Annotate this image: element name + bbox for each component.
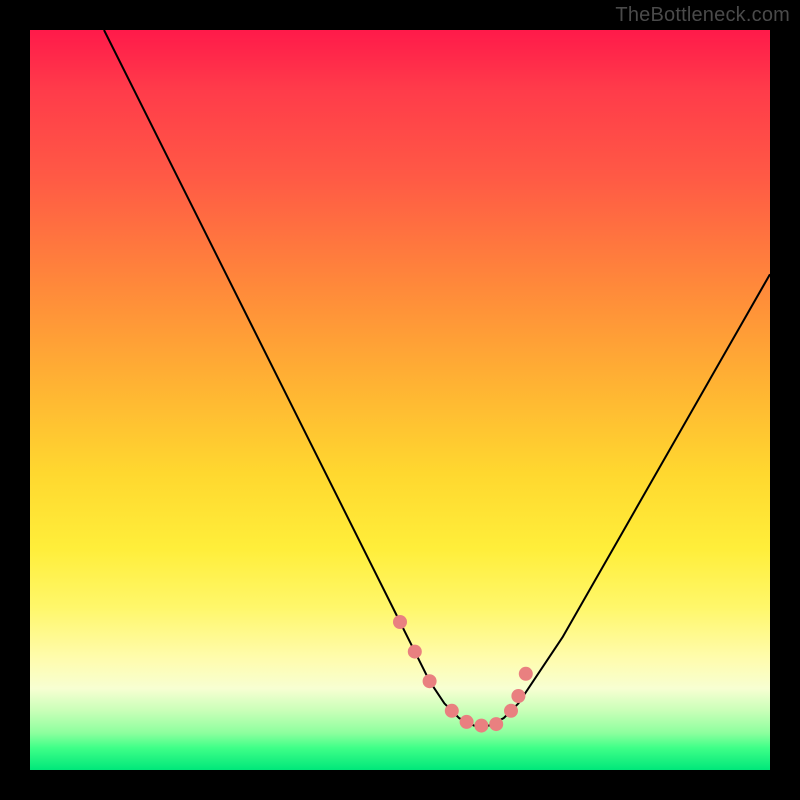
bottleneck-curve bbox=[104, 30, 770, 726]
highlight-dot bbox=[489, 717, 503, 731]
highlight-dot bbox=[393, 615, 407, 629]
chart-frame: TheBottleneck.com bbox=[0, 0, 800, 800]
highlight-dot bbox=[511, 689, 525, 703]
highlight-dot bbox=[460, 715, 474, 729]
highlight-dot bbox=[423, 674, 437, 688]
highlight-dot bbox=[474, 719, 488, 733]
highlighted-dots bbox=[393, 615, 533, 733]
highlight-dot bbox=[504, 704, 518, 718]
highlight-dot bbox=[408, 645, 422, 659]
highlight-dot bbox=[519, 667, 533, 681]
plot-area bbox=[30, 30, 770, 770]
highlight-dot bbox=[445, 704, 459, 718]
curve-layer bbox=[30, 30, 770, 770]
watermark-text: TheBottleneck.com bbox=[615, 4, 790, 27]
